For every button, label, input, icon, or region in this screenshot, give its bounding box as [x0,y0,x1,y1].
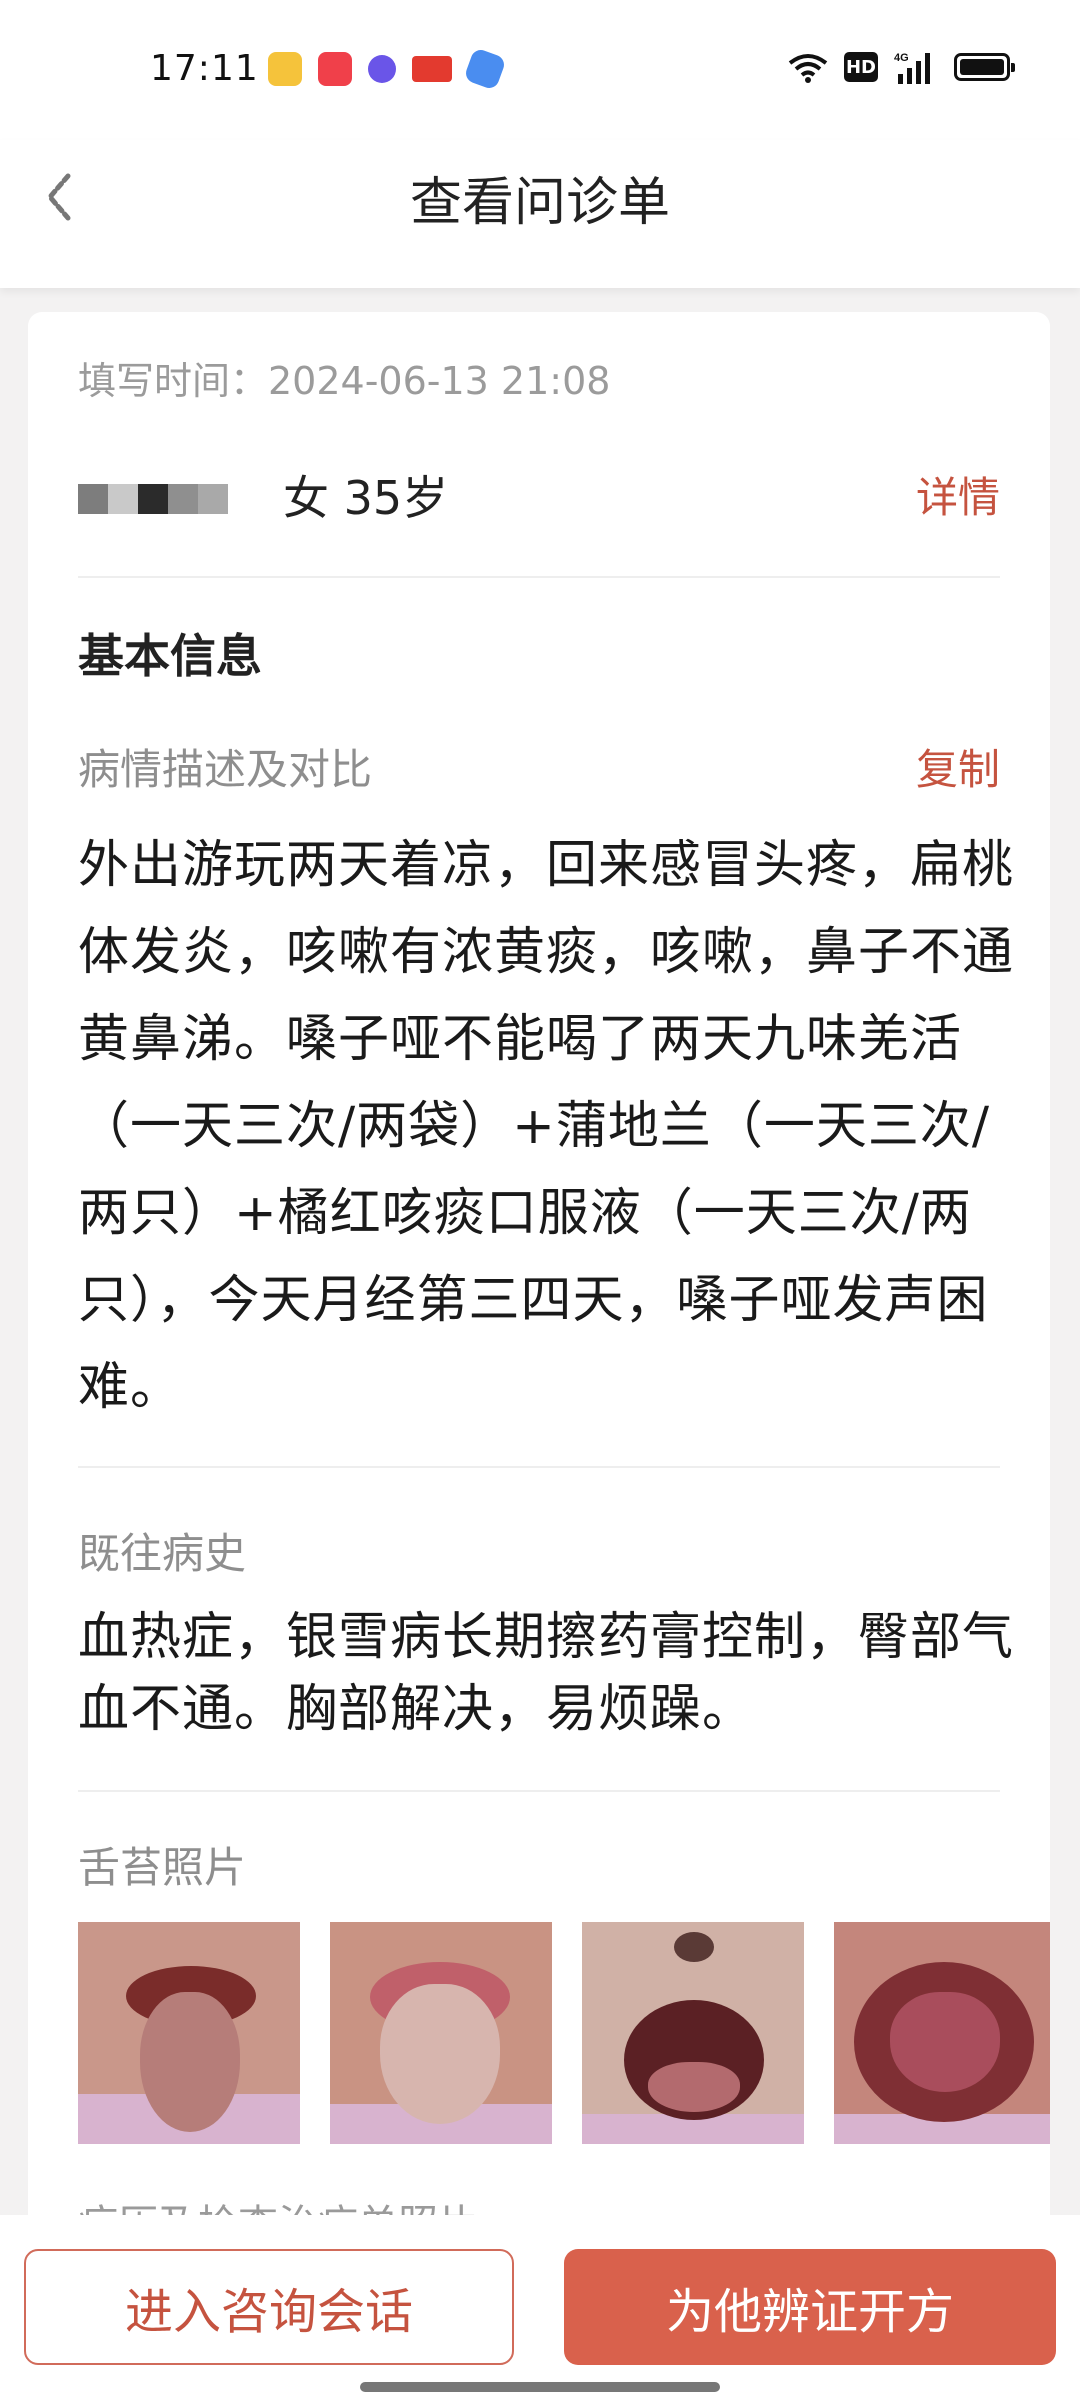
copy-button[interactable]: 复制 [916,736,1000,797]
tongue-photo[interactable] [582,1922,804,2144]
section-title-basic-info: 基本信息 [78,629,262,683]
enter-consultation-button[interactable]: 进入咨询会话 [24,2249,514,2365]
tongue-photo[interactable] [834,1922,1050,2144]
status-time: 17:11 [150,48,259,89]
fill-time: 填写时间：2024-06-13 21:08 [78,359,611,403]
nav-header: 查看问诊单 [0,140,1080,288]
battery-icon [954,53,1015,81]
history-label: 既往病史 [78,1529,247,1578]
patient-gender-age: 女 35岁 [283,471,449,525]
chat-icon [368,55,396,83]
network-label: 4G [894,52,909,64]
wifi-icon [788,54,828,83]
prescribe-button[interactable]: 为他辨证开方 [564,2249,1056,2365]
divider [78,1466,1000,1468]
notification-icons [268,47,507,91]
tongue-photos-label: 舌苔照片 [78,1843,247,1892]
music-icon [318,52,352,86]
status-bar: 17:11 HD 4G [0,0,1080,140]
weibo-icon [268,52,302,86]
page-title: 查看问诊单 [409,173,670,233]
tongue-photo-list [78,1922,1050,2152]
condition-description: 外出游玩两天着凉，回来感冒头疼，扁桃体发炎，咳嗽有浓黄痰，咳嗽，鼻子不通黄鼻涕。… [78,836,1015,1417]
divider [78,1790,1000,1792]
signal-icon: 4G [894,52,930,84]
system-icons: HD 4G [788,50,1015,84]
blurred-patient-name [78,484,228,514]
consultation-card: 填写时间：2024-06-13 21:08 女 35岁 详情 基本信息 病情描述… [28,312,1050,2252]
condition-label: 病情描述及对比 [78,745,373,794]
history-description: 血热症，银雪病长期擦药膏控制，臀部气血不通。胸部解决，易烦躁。 [78,1608,1015,1739]
tongue-photo[interactable] [330,1922,552,2144]
browser-icon [463,47,507,91]
toutiao-icon [412,56,452,82]
divider [78,576,1000,578]
bottom-action-bar: 进入咨询会话 为他辨证开方 [0,2215,1080,2400]
hd-icon: HD [844,52,878,82]
tongue-photo[interactable] [78,1922,300,2144]
detail-link[interactable]: 详情 [916,464,1000,525]
home-indicator[interactable] [360,2382,720,2392]
patient-row: 女 35岁 详情 [78,462,1000,562]
